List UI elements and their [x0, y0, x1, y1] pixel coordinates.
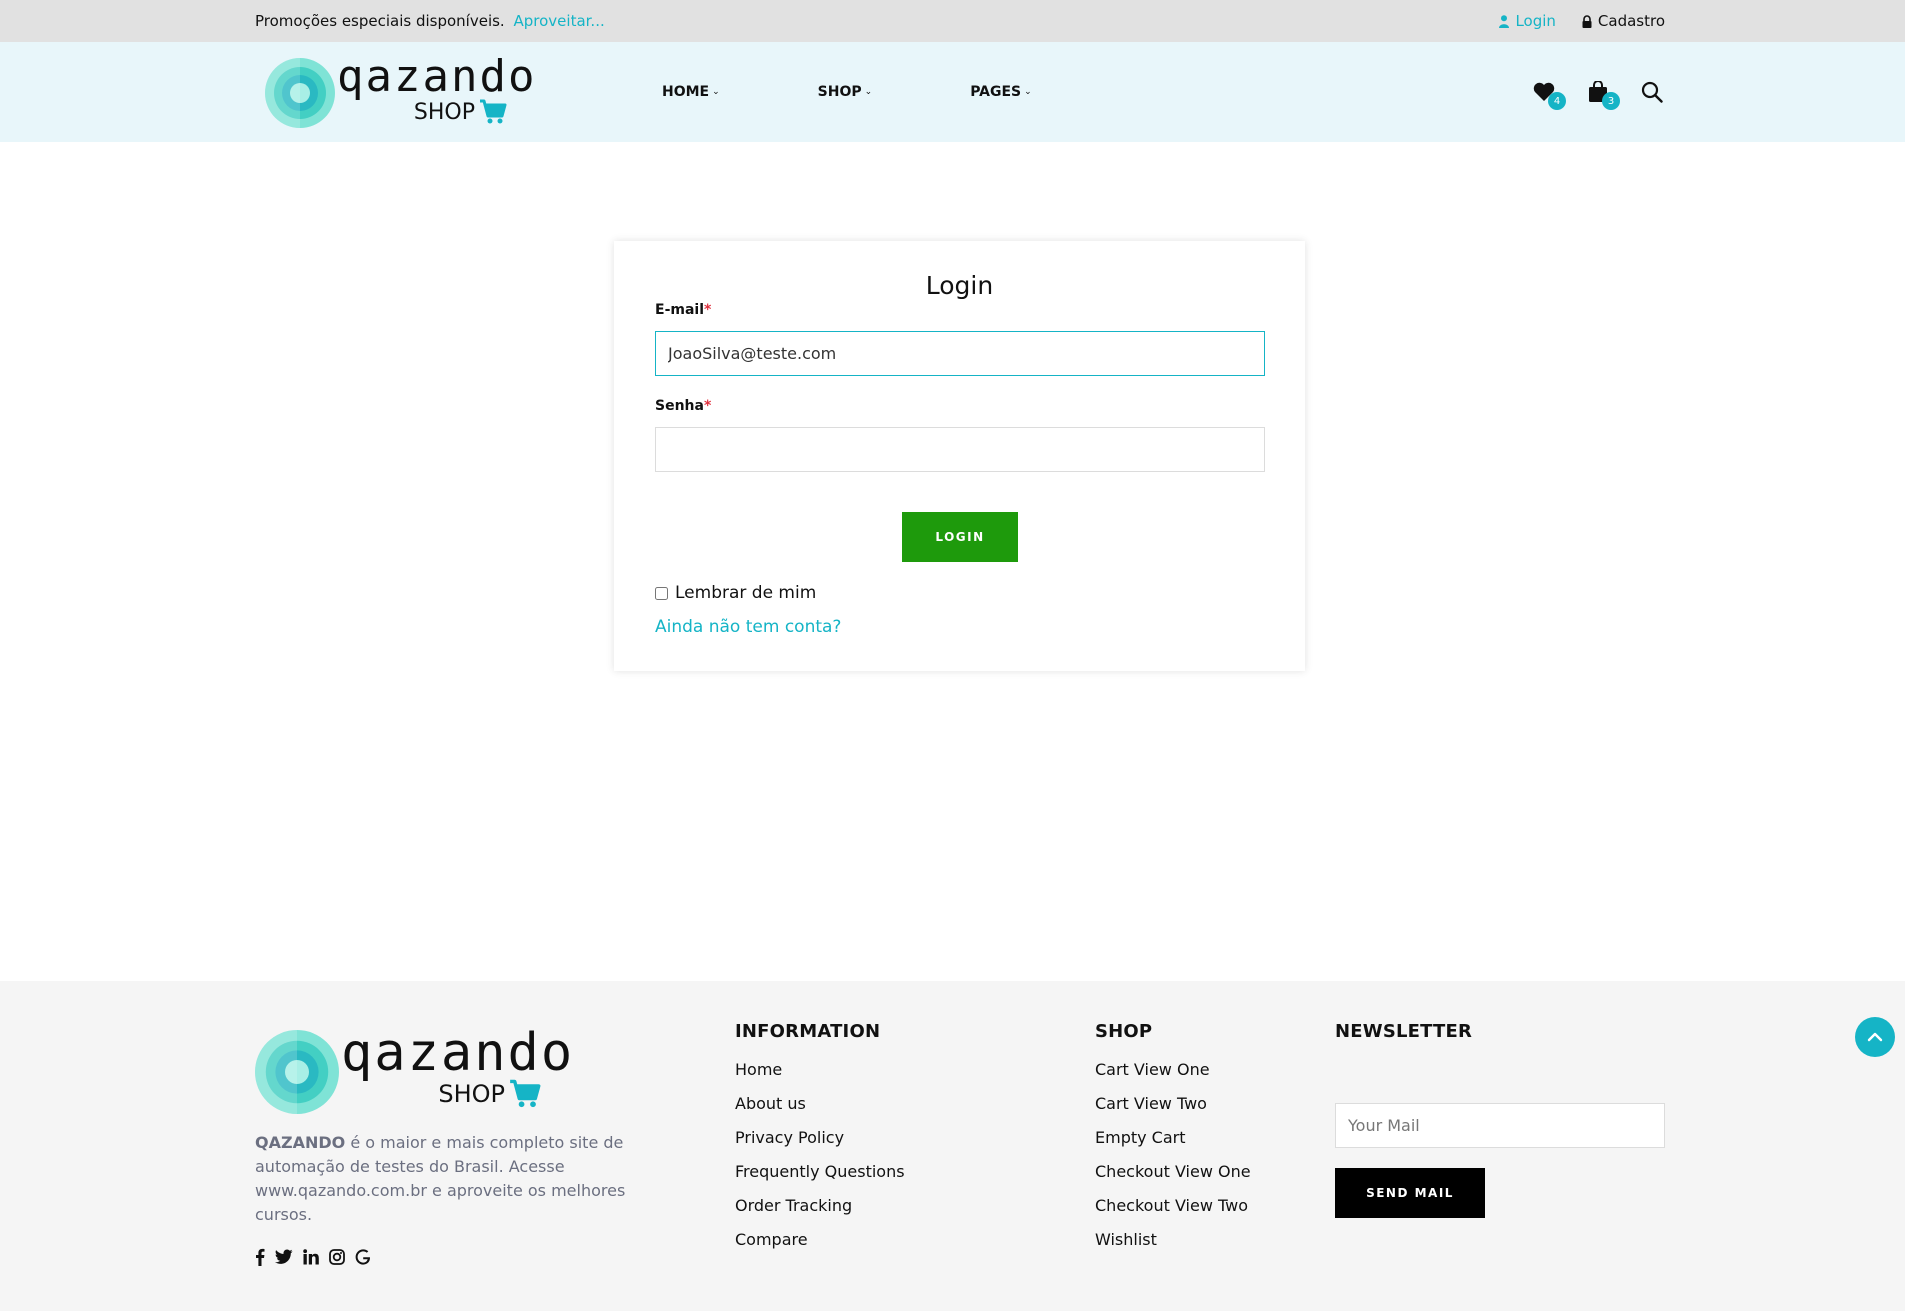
required-mark: *	[704, 302, 712, 318]
remember-me-label: Lembrar de mim	[675, 583, 817, 603]
wishlist-count-badge: 4	[1548, 92, 1566, 110]
nav-shop-label: SHOP	[817, 84, 862, 100]
nav-pages[interactable]: PAGES ⌄	[970, 84, 1032, 100]
top-login-label: Login	[1515, 12, 1556, 30]
chevron-down-icon: ⌄	[864, 87, 873, 97]
promo-text: Promoções especiais disponíveis.	[255, 12, 505, 30]
chevron-down-icon: ⌄	[712, 87, 720, 97]
promo-message: Promoções especiais disponíveis. Aprovei…	[255, 12, 605, 30]
footer-logo-shop-label: SHOP	[438, 1080, 505, 1108]
password-label-text: Senha	[655, 398, 704, 414]
nav-home[interactable]: HOME ⌄	[662, 84, 720, 100]
footer-link-order-tracking[interactable]: Order Tracking	[735, 1196, 852, 1215]
email-label: E-mail*	[655, 302, 711, 318]
logo-mark-icon	[265, 58, 335, 128]
lock-icon	[1582, 14, 1592, 28]
footer-link-empty-cart[interactable]: Empty Cart	[1095, 1128, 1186, 1147]
footer-about-brand: QAZANDO	[255, 1133, 346, 1152]
top-register-link[interactable]: Cadastro	[1582, 12, 1665, 30]
password-label: Senha*	[655, 398, 711, 414]
site-header: qazando SHOP HOME ⌄ SHOP ⌄ PAGES ⌄ 4 3	[0, 42, 1905, 142]
footer-shop-title: SHOP	[1095, 1021, 1153, 1042]
required-mark: *	[703, 398, 712, 414]
cart-button[interactable]: 3	[1584, 78, 1620, 110]
nav-pages-label: PAGES	[970, 84, 1022, 100]
remember-me-checkbox[interactable]	[655, 586, 668, 600]
footer-link-cart-one[interactable]: Cart View One	[1095, 1060, 1210, 1079]
top-register-label: Cadastro	[1597, 12, 1665, 30]
footer-logo[interactable]: qazando SHOP	[255, 1027, 572, 1117]
cart-icon	[480, 99, 507, 124]
email-field[interactable]	[655, 331, 1265, 376]
remember-me[interactable]: Lembrar de mim	[655, 583, 816, 603]
search-icon	[1641, 81, 1663, 103]
scroll-to-top-button[interactable]	[1855, 1017, 1895, 1057]
google-icon[interactable]	[355, 1249, 371, 1269]
footer-link-about[interactable]: About us	[735, 1094, 806, 1113]
send-mail-button[interactable]: SEND MAIL	[1335, 1168, 1485, 1218]
logo-wordmark: qazando	[337, 51, 537, 102]
login-title: Login	[925, 271, 994, 300]
footer-link-faq[interactable]: Frequently Questions	[735, 1162, 905, 1181]
search-button[interactable]	[1638, 78, 1666, 106]
email-label-text: E-mail	[655, 302, 705, 318]
cart-count-badge: 3	[1602, 92, 1620, 110]
cart-icon	[510, 1079, 541, 1108]
site-logo[interactable]: qazando SHOP	[265, 55, 534, 131]
newsletter-email-input[interactable]	[1335, 1103, 1665, 1148]
wishlist-button[interactable]: 4	[1530, 78, 1566, 110]
social-links	[255, 1248, 371, 1270]
nav-shop[interactable]: SHOP ⌄	[818, 84, 873, 100]
facebook-icon[interactable]	[255, 1248, 265, 1270]
login-button[interactable]: LOGIN	[902, 512, 1018, 562]
chevron-up-icon	[1867, 1032, 1883, 1042]
twitter-icon[interactable]	[275, 1249, 293, 1269]
footer-link-cart-two[interactable]: Cart View Two	[1095, 1094, 1207, 1113]
footer-link-wishlist[interactable]: Wishlist	[1095, 1230, 1157, 1249]
footer-link-privacy[interactable]: Privacy Policy	[735, 1128, 844, 1147]
login-card: Login E-mail* Senha* LOGIN Lembrar de mi…	[614, 241, 1305, 671]
linkedin-icon[interactable]	[303, 1249, 319, 1269]
main-nav: HOME ⌄ SHOP ⌄ PAGES ⌄	[662, 42, 1130, 142]
footer-link-compare[interactable]: Compare	[735, 1230, 808, 1249]
user-icon	[1499, 14, 1510, 28]
register-link[interactable]: Ainda não tem conta?	[655, 617, 841, 637]
footer-shop: SHOP Cart View One Cart View Two Empty C…	[1095, 1021, 1251, 1257]
promo-link[interactable]: Aproveitar...	[514, 12, 605, 30]
instagram-icon[interactable]	[329, 1249, 345, 1269]
footer-newsletter: NEWSLETTER SEND MAIL	[1335, 1021, 1665, 1241]
chevron-down-icon: ⌄	[1024, 87, 1032, 97]
footer-newsletter-title: NEWSLETTER	[1335, 1021, 1473, 1042]
nav-home-label: HOME	[662, 84, 710, 100]
footer-about: QAZANDO é o maior e mais completo site d…	[255, 1131, 640, 1227]
logo-shop-label: SHOP	[413, 99, 475, 125]
logo-mark-icon	[255, 1030, 339, 1114]
password-field[interactable]	[655, 427, 1265, 472]
footer-link-checkout-one[interactable]: Checkout View One	[1095, 1162, 1251, 1181]
footer-link-checkout-two[interactable]: Checkout View Two	[1095, 1196, 1248, 1215]
footer-link-home[interactable]: Home	[735, 1060, 782, 1079]
top-login-link[interactable]: Login	[1499, 12, 1556, 30]
footer-information: INFORMATION Home About us Privacy Policy…	[735, 1021, 905, 1257]
footer-information-title: INFORMATION	[735, 1021, 881, 1042]
top-bar: Promoções especiais disponíveis. Aprovei…	[0, 0, 1905, 42]
footer-logo-wordmark: qazando	[341, 1023, 575, 1083]
